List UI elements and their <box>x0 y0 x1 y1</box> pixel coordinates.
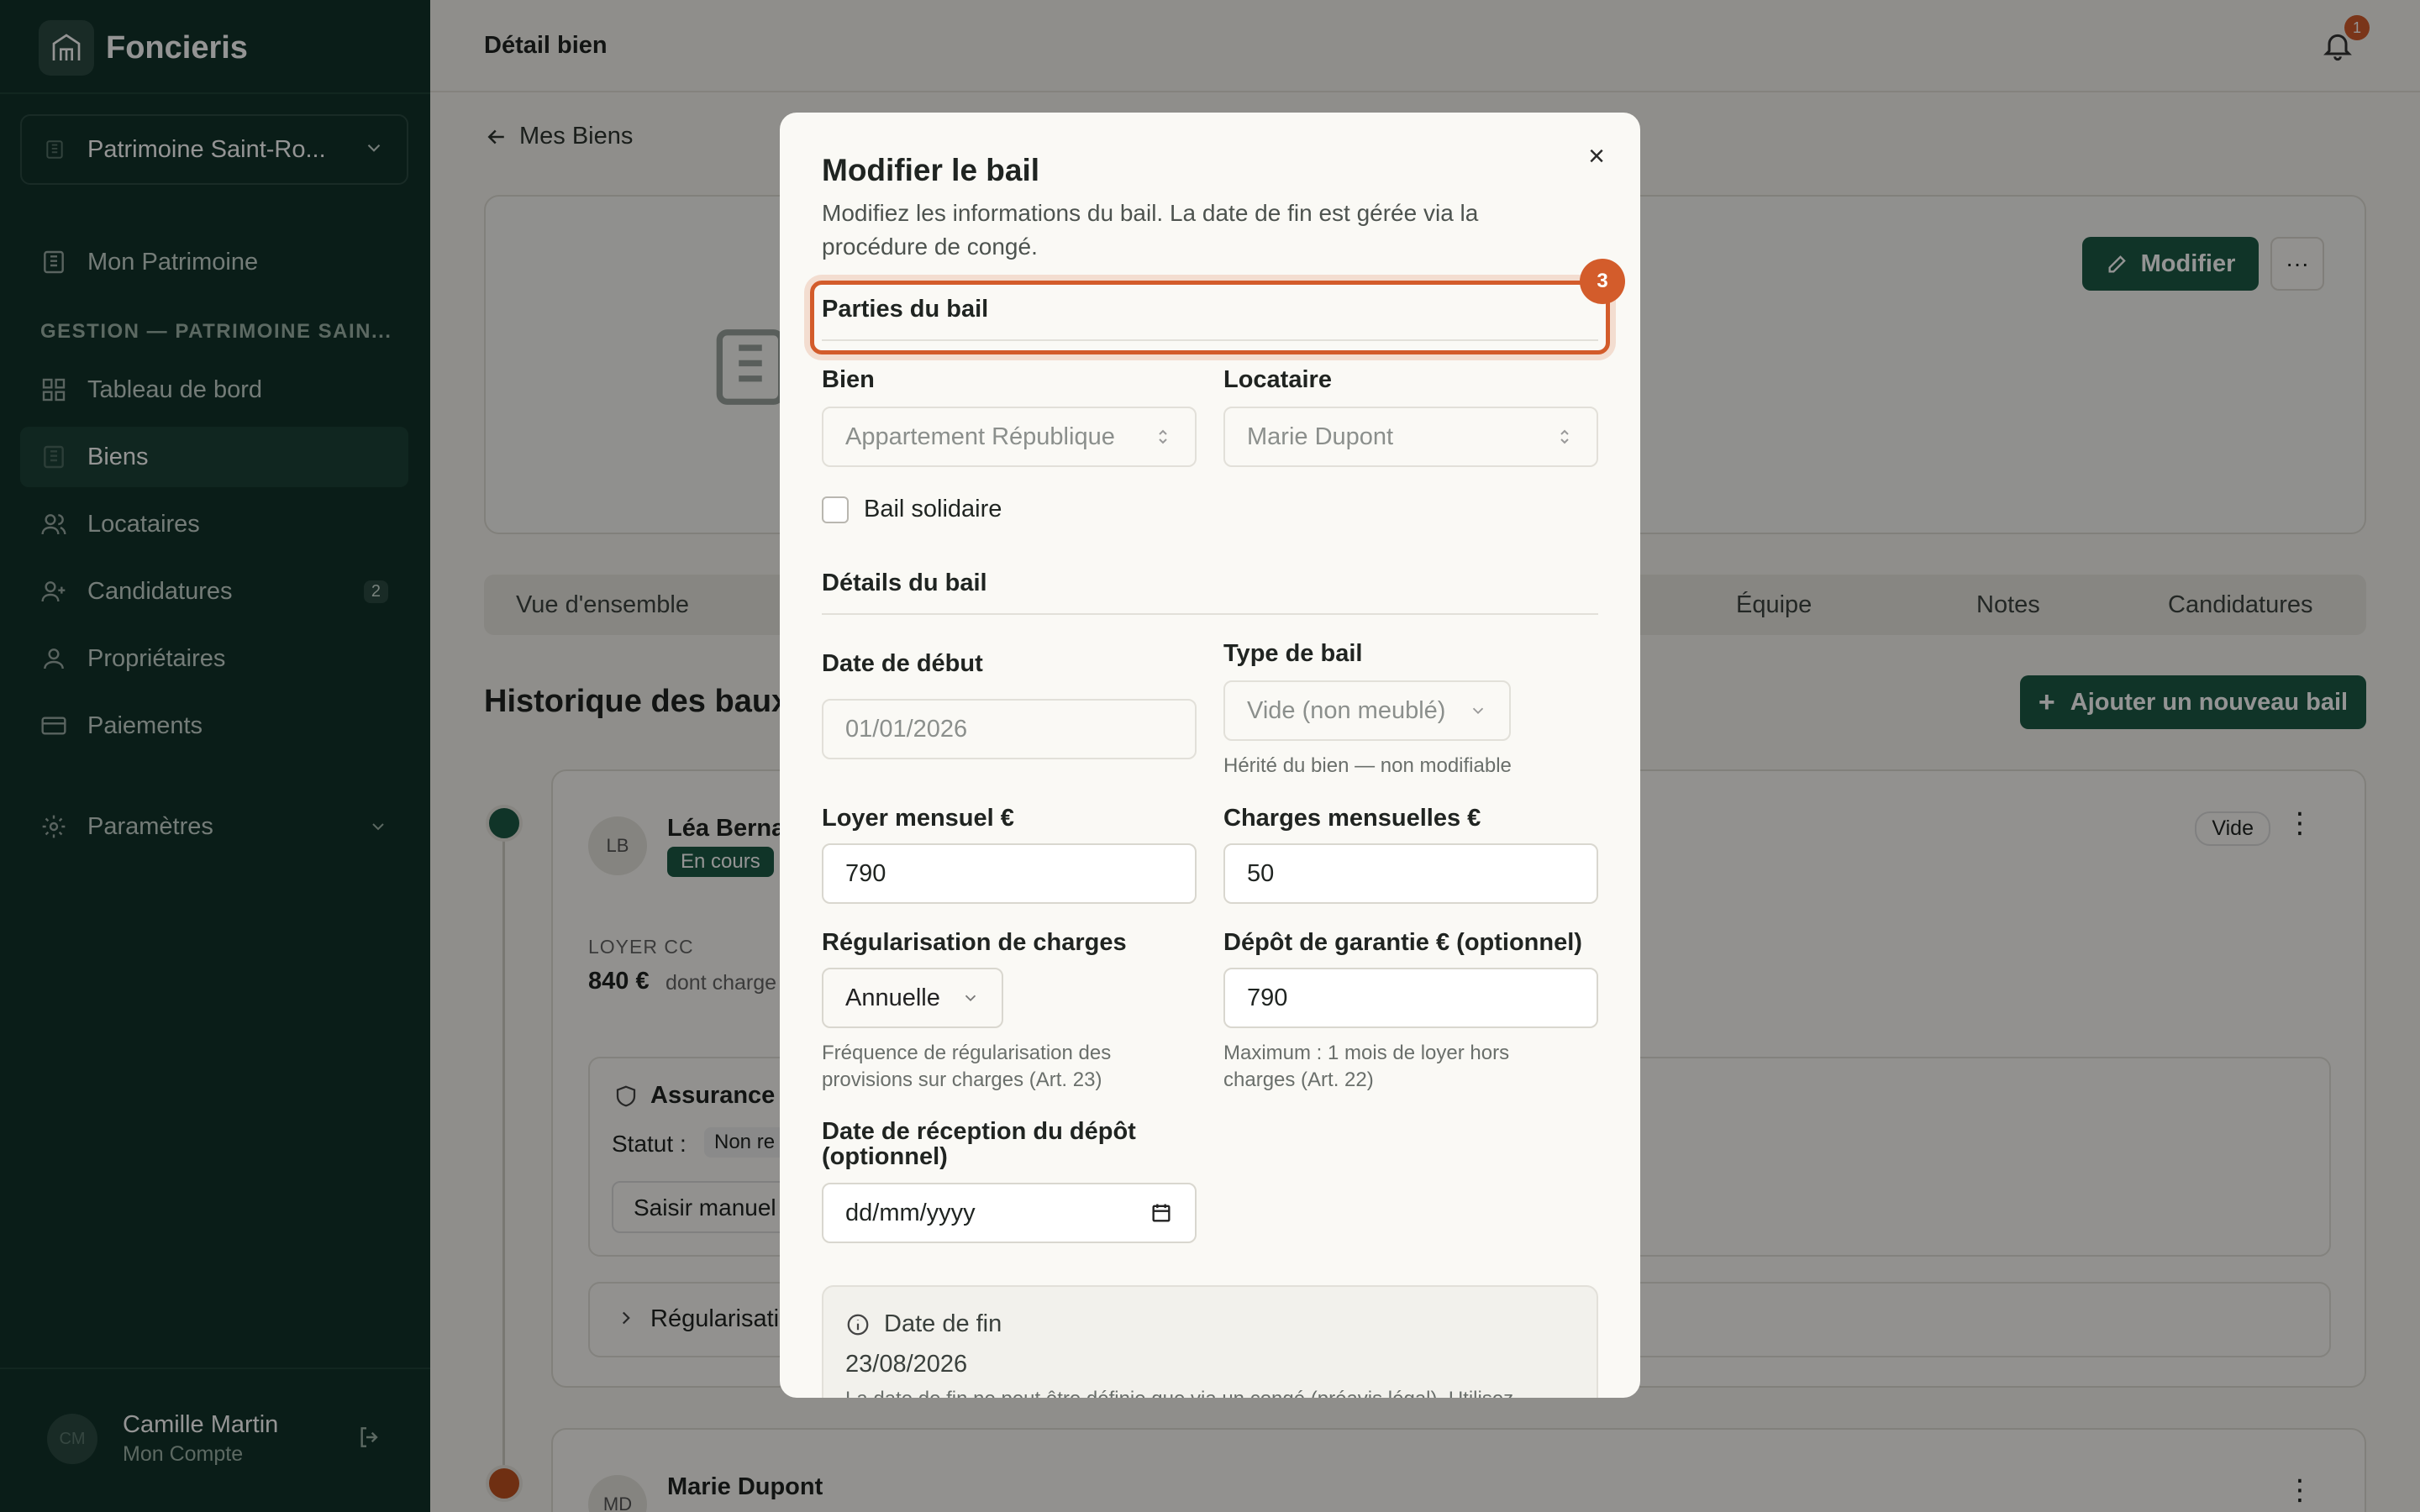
end-date-note: La date de fin ne peut être définie que … <box>845 1388 1513 1398</box>
locataire-value: Marie Dupont <box>1247 423 1394 450</box>
end-date-panel: Date de fin 23/08/2026 La date de fin ne… <box>822 1285 1598 1398</box>
dialog-description: Modifiez les informations du bail. La da… <box>822 200 1479 260</box>
reception-placeholder: dd/mm/yyyy <box>845 1199 976 1226</box>
regularisation-select[interactable]: Annuelle <box>822 968 1003 1028</box>
loyer-input[interactable]: 790 <box>822 843 1197 904</box>
loyer-label: Loyer mensuel € <box>822 805 1014 832</box>
depot-input[interactable]: 790 <box>1223 968 1598 1028</box>
regularisation-label: Régularisation de charges <box>822 929 1127 956</box>
bien-select[interactable]: Appartement République <box>822 407 1197 467</box>
bien-value: Appartement République <box>845 423 1115 450</box>
dialog-title: Modifier le bail <box>822 153 1040 187</box>
chevron-up-down-icon <box>1560 429 1569 444</box>
type-bail-help: Hérité du bien — non modifiable <box>1223 754 1512 777</box>
type-bail-value: Vide (non meublé) <box>1247 696 1446 724</box>
end-date-value: 23/08/2026 <box>845 1351 968 1378</box>
date-debut-label: Date de début <box>822 650 983 677</box>
type-bail-label: Type de bail <box>1223 640 1363 667</box>
end-date-title: Date de fin <box>884 1310 1002 1337</box>
charges-input[interactable]: 50 <box>1223 843 1598 904</box>
bail-solidaire-row[interactable]: Bail solidaire <box>822 496 1002 523</box>
divider <box>822 339 1598 341</box>
reception-label: Date de réception du dépôt (optionnel) <box>822 1118 1136 1170</box>
edit-lease-dialog: × Modifier le bail Modifiez les informat… <box>780 113 1640 1398</box>
date-debut-input[interactable]: 01/01/2026 <box>822 699 1197 759</box>
locataire-select[interactable]: Marie Dupont <box>1223 407 1598 467</box>
section-parties-title: Parties du bail <box>822 296 989 323</box>
depot-help: Maximum : 1 mois de loyer hors charges (… <box>1223 1042 1510 1091</box>
reception-date-input[interactable]: dd/mm/yyyy <box>822 1183 1197 1243</box>
charges-label: Charges mensuelles € <box>1223 805 1481 832</box>
bien-label: Bien <box>822 366 875 393</box>
step-badge: 3 <box>1580 259 1625 304</box>
calendar-icon[interactable] <box>1150 1201 1173 1225</box>
close-icon[interactable]: × <box>1581 140 1612 172</box>
divider <box>822 613 1598 615</box>
type-bail-select[interactable]: Vide (non meublé) <box>1223 680 1511 741</box>
chevron-down-icon <box>965 995 976 1002</box>
bail-solidaire-label: Bail solidaire <box>864 496 1002 522</box>
regularisation-value: Annuelle <box>845 984 940 1011</box>
regularisation-help: Fréquence de régularisation des provisio… <box>822 1042 1112 1091</box>
chevron-down-icon <box>1472 707 1484 715</box>
info-icon <box>847 1314 869 1335</box>
locataire-label: Locataire <box>1223 366 1332 393</box>
bail-solidaire-checkbox[interactable] <box>822 496 849 523</box>
chevron-up-down-icon <box>1159 429 1167 444</box>
depot-label: Dépôt de garantie € (optionnel) <box>1223 929 1582 956</box>
section-details-title: Détails du bail <box>822 570 987 596</box>
